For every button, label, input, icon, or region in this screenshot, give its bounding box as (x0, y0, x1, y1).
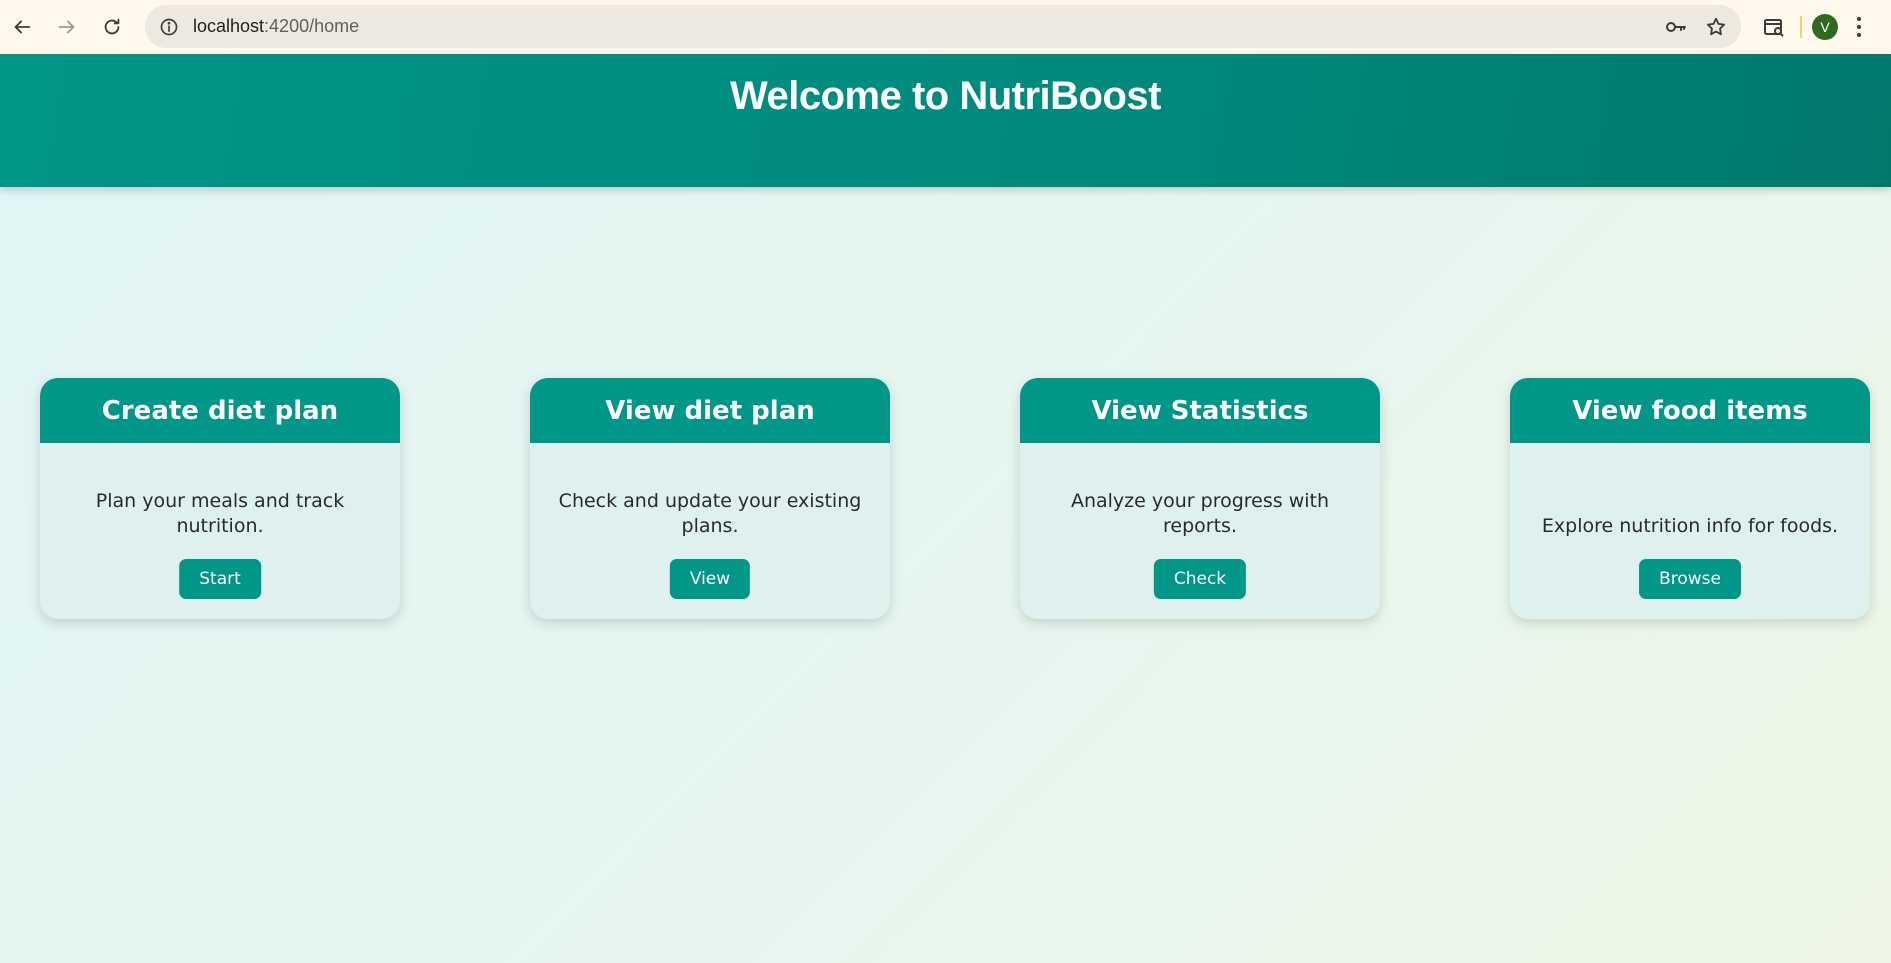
password-key-button[interactable] (1661, 12, 1691, 42)
card-title: Create diet plan (40, 378, 400, 443)
page-content: Welcome to NutriBoost Create diet plan P… (0, 54, 1891, 963)
forward-button[interactable] (45, 5, 89, 49)
site-info-button[interactable] (151, 9, 187, 45)
check-button[interactable]: Check (1153, 559, 1247, 599)
bookmark-star-icon (1707, 17, 1725, 35)
start-button[interactable]: Start (179, 559, 261, 599)
browser-toolbar: localhost:4200/home V (0, 0, 1891, 54)
card-body: Check and update your existing plans. Vi… (530, 443, 890, 619)
card-description: Check and update your existing plans. (558, 490, 862, 537)
card-description: Analyze your progress with reports. (1070, 490, 1330, 537)
site-info-icon (160, 18, 178, 35)
reload-icon (104, 18, 120, 35)
url-text[interactable]: localhost:4200/home (193, 16, 359, 37)
card-title: View Statistics (1020, 378, 1380, 443)
toolbar-divider (1800, 16, 1802, 38)
browser-menu-button[interactable] (1852, 12, 1866, 42)
tab-search-button[interactable] (1756, 9, 1792, 45)
back-button[interactable] (0, 5, 44, 49)
card-description: Explore nutrition info for foods. (1541, 515, 1839, 537)
card-create-diet-plan: Create diet plan Plan your meals and tra… (40, 378, 400, 619)
page-title: Welcome to NutriBoost (729, 74, 1162, 118)
bookmark-button[interactable] (1701, 12, 1731, 42)
card-view-statistics: View Statistics Analyze your progress wi… (1020, 378, 1380, 619)
forward-arrow-icon (58, 20, 75, 34)
card-view-diet-plan: View diet plan Check and update your exi… (530, 378, 890, 619)
card-body: Plan your meals and track nutrition. Sta… (40, 443, 400, 619)
browse-button[interactable]: Browse (1639, 559, 1741, 599)
url-path: :4200/home (264, 16, 360, 36)
app-header: Welcome to NutriBoost (0, 54, 1891, 187)
menu-kebab-icon (1857, 17, 1861, 37)
card-title: View diet plan (530, 378, 890, 443)
card-body: Analyze your progress with reports. Chec… (1020, 443, 1380, 619)
card-description: Plan your meals and track nutrition. (95, 490, 345, 537)
address-bar[interactable]: localhost:4200/home (145, 5, 1741, 48)
tab-search-icon (1764, 19, 1784, 37)
view-button[interactable]: View (669, 559, 751, 599)
back-arrow-icon (14, 20, 31, 34)
card-title: View food items (1510, 378, 1870, 443)
card-view-food-items: View food items Explore nutrition info f… (1510, 378, 1870, 619)
url-host: localhost (193, 16, 265, 36)
password-key-icon (1666, 21, 1686, 32)
reload-button[interactable] (90, 5, 134, 49)
profile-avatar[interactable]: V (1812, 14, 1838, 40)
card-body: Explore nutrition info for foods. Browse (1510, 443, 1870, 619)
